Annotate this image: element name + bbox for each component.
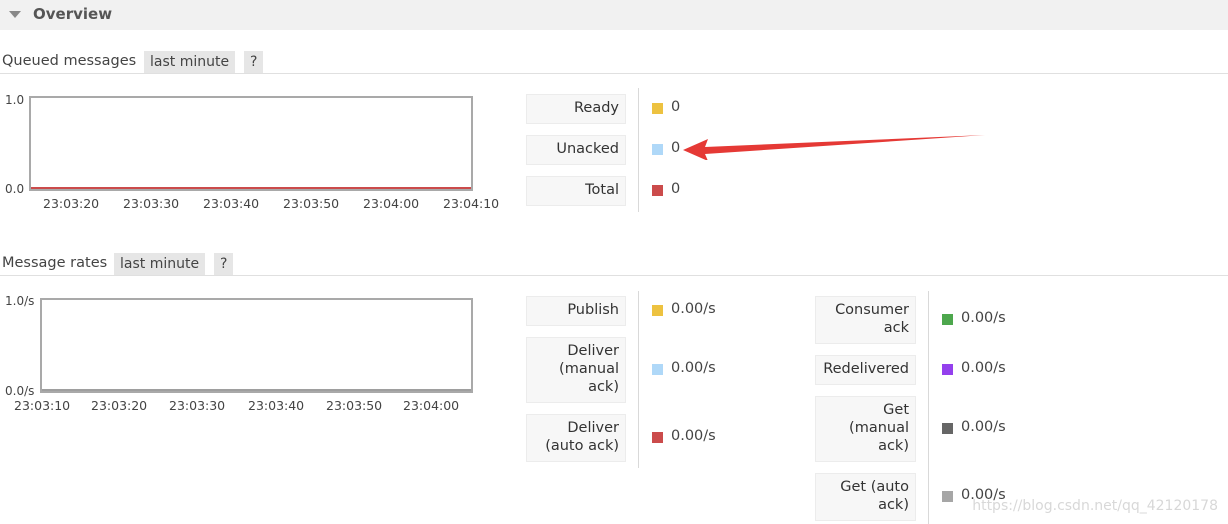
collapse-triangle-icon[interactable] — [9, 11, 21, 18]
rates-series-line — [42, 389, 471, 391]
legend-label-ready: Ready — [526, 94, 626, 124]
rates-range-button[interactable]: last minute — [114, 253, 206, 275]
legend-swatch — [652, 144, 663, 155]
queued-x-tick: 23:03:30 — [123, 196, 180, 211]
queued-x-tick: 23:04:00 — [363, 196, 420, 211]
rates-chart — [40, 298, 473, 393]
rates-help-button[interactable]: ? — [214, 253, 234, 275]
legend-swatch — [652, 103, 663, 114]
legend-label-get-auto-ack: Get (auto ack) — [815, 473, 916, 521]
rates-y-max: 1.0/s — [5, 294, 35, 308]
rates-divider — [0, 275, 1228, 276]
red-arrow-annotation — [683, 135, 985, 160]
legend-swatch — [942, 491, 953, 502]
legend-value: 0 — [671, 140, 681, 156]
rates-y-min: 0.0/s — [5, 384, 35, 398]
queued-x-tick: 23:03:40 — [203, 196, 260, 211]
legend-value: 0 — [671, 99, 681, 115]
legend-swatch — [942, 423, 953, 434]
queued-y-max: 1.0 — [5, 93, 25, 107]
queued-x-tick: 23:03:20 — [43, 196, 100, 211]
queued-help-button[interactable]: ? — [244, 51, 264, 73]
rates-x-tick: 23:03:50 — [326, 398, 383, 413]
legend-value: 0.00/s — [671, 301, 716, 317]
legend-value: 0.00/s — [961, 310, 1006, 326]
queued-divider — [0, 73, 1228, 74]
legend-label-publish: Publish — [526, 296, 626, 326]
legend-label-get-manual-ack: Get (manual ack) — [815, 396, 916, 462]
legend-label-deliver-auto-ack: Deliver (auto ack) — [526, 414, 626, 462]
rates-right-legend-divider — [928, 291, 929, 524]
legend-value: 0.00/s — [671, 360, 716, 376]
message-rates-label: Message rates — [2, 255, 108, 271]
watermark: https://blog.csdn.net/qq_42120178 — [972, 498, 1218, 514]
legend-label-deliver-manual-ack: Deliver (manual ack) — [526, 337, 626, 403]
legend-label-unacked: Unacked — [526, 135, 626, 165]
legend-swatch — [942, 364, 953, 375]
queued-chart — [29, 96, 473, 191]
overview-header[interactable] — [0, 0, 1228, 30]
queued-series-line — [31, 187, 471, 189]
queued-y-min: 0.0 — [5, 182, 25, 196]
legend-value: 0 — [671, 181, 681, 197]
overview-title: Overview — [33, 5, 113, 23]
legend-value: 0.00/s — [961, 360, 1006, 376]
queued-legend-divider — [638, 88, 639, 212]
legend-swatch — [652, 305, 663, 316]
rates-x-tick: 23:03:10 — [14, 398, 71, 413]
rates-x-tick: 23:04:00 — [403, 398, 460, 413]
queued-x-tick: 23:03:50 — [283, 196, 340, 211]
legend-swatch — [652, 364, 663, 375]
legend-swatch — [942, 314, 953, 325]
legend-label-total: Total — [526, 176, 626, 206]
rates-x-tick: 23:03:40 — [248, 398, 305, 413]
rates-x-tick: 23:03:30 — [169, 398, 226, 413]
legend-swatch — [652, 432, 663, 443]
queued-x-tick: 23:04:10 — [443, 196, 500, 211]
legend-label-consumer-ack: Consumer ack — [815, 296, 916, 344]
rates-left-legend-divider — [638, 291, 639, 468]
legend-swatch — [652, 185, 663, 196]
legend-value: 0.00/s — [671, 428, 716, 444]
legend-value: 0.00/s — [961, 419, 1006, 435]
rates-x-tick: 23:03:20 — [91, 398, 148, 413]
queued-range-button[interactable]: last minute — [144, 51, 236, 73]
queued-messages-label: Queued messages — [2, 53, 137, 69]
legend-label-redelivered: Redelivered — [815, 355, 916, 385]
